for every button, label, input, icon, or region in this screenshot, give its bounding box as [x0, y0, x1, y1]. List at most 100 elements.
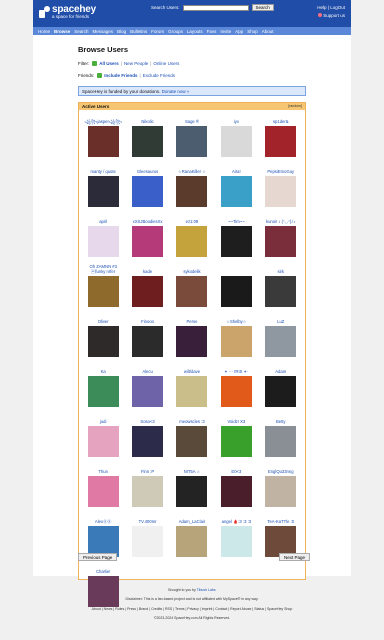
user-card[interactable]: ☆RanaKiller ☆ [170, 163, 214, 213]
filter-new-people[interactable]: New People [124, 61, 148, 66]
user-name-link[interactable]: sirk [260, 263, 302, 275]
user-name-link[interactable]: april [82, 213, 124, 225]
user-card[interactable]: Alecu [125, 363, 169, 413]
user-card[interactable]: TV.400mr [125, 513, 169, 563]
user-profile-picture[interactable] [220, 426, 252, 457]
user-card[interactable]: sirk [259, 263, 303, 313]
nav-browse[interactable]: Browse [54, 29, 70, 34]
filter-all-users[interactable]: All Users [99, 61, 119, 66]
user-name-link[interactable]: meowscles :3 [171, 413, 213, 425]
user-profile-picture[interactable] [220, 176, 252, 207]
user-name-link[interactable]: Adam_LaClair [171, 513, 213, 525]
user-card[interactable]: Adam_LaClair [170, 513, 214, 563]
user-name-link[interactable]: Perse [171, 313, 213, 325]
user-name-link[interactable]: kade [127, 263, 169, 275]
next-page-button[interactable]: Next Page [279, 553, 311, 561]
user-card[interactable]: Voidz! X3 [214, 413, 258, 463]
user-profile-picture[interactable] [87, 426, 119, 457]
user-name-link[interactable]: ☆RanaKiller ☆ [171, 163, 213, 175]
user-card[interactable]: Thun [81, 463, 125, 513]
user-card[interactable]: Finn :P [125, 463, 169, 513]
user-profile-picture[interactable] [176, 176, 208, 207]
search-button[interactable]: Search [251, 4, 274, 11]
user-profile-picture[interactable] [265, 376, 297, 407]
user-name-link[interactable]: Thun [82, 463, 124, 475]
user-card[interactable]: manty / quote [81, 163, 125, 213]
user-profile-picture[interactable] [265, 326, 297, 357]
user-card[interactable]: kade [125, 263, 169, 313]
user-name-link[interactable]: Adam [260, 363, 302, 375]
user-card[interactable] [214, 263, 258, 313]
user-card[interactable]: ez1:09 [170, 213, 214, 263]
user-card[interactable]: Ka [81, 363, 125, 413]
user-card[interactable]: Finooo [125, 313, 169, 363]
user-profile-picture[interactable] [265, 176, 297, 207]
user-profile-picture[interactable] [176, 326, 208, 357]
user-name-link[interactable]: iyx [215, 113, 257, 125]
user-profile-picture[interactable] [176, 276, 208, 307]
previous-page-button[interactable]: Previous Page [78, 553, 118, 561]
user-card[interactable]: angel 🩸:3 :3 :3 [214, 513, 258, 563]
user-card[interactable]: Nikolic [125, 113, 169, 163]
user-profile-picture[interactable] [220, 326, 252, 357]
user-name-link[interactable] [215, 263, 257, 275]
user-profile-picture[interactable] [87, 126, 119, 157]
nav-shop[interactable]: Shop [247, 29, 258, 34]
user-name-link[interactable]: Nikolic [127, 113, 169, 125]
user-profile-picture[interactable] [87, 376, 119, 407]
user-name-link[interactable]: ✦ ··· IRIS ✦· [215, 363, 257, 375]
user-profile-picture[interactable] [132, 176, 164, 207]
user-card[interactable]: wilt/dave [170, 363, 214, 413]
user-card[interactable]: Oh ZAMNN #3 funky nrfer [81, 263, 125, 313]
user-profile-picture[interactable] [132, 476, 164, 507]
user-card[interactable]: Betty [259, 413, 303, 463]
user-name-link[interactable]: manty / quote [82, 163, 124, 175]
user-card[interactable]: kunoi! ♪ (ᐢ◡ᐢ)ﾉ♪ [259, 213, 303, 263]
user-name-link[interactable]: sp1der& [260, 113, 302, 125]
user-profile-picture[interactable] [265, 476, 297, 507]
nav-bulletins[interactable]: Bulletins [130, 29, 147, 34]
user-name-link[interactable]: Sage ® [171, 113, 213, 125]
user-profile-picture[interactable] [87, 326, 119, 357]
user-card[interactable]: ꧁꧂jasper꧁꧂ [81, 113, 125, 163]
user-profile-picture[interactable] [132, 376, 164, 407]
nav-home[interactable]: Home [38, 29, 50, 34]
user-name-link[interactable]: ez1:09 [171, 213, 213, 225]
user-profile-picture[interactable] [132, 526, 164, 557]
nav-invite[interactable]: Invite [220, 29, 231, 34]
user-name-link[interactable]: sykodelik [171, 263, 213, 275]
user-profile-picture[interactable] [220, 526, 252, 557]
user-card[interactable]: ~~Tim~~ [214, 213, 258, 263]
user-profile-picture[interactable] [176, 476, 208, 507]
user-card[interactable]: Sage ® [170, 113, 214, 163]
nav-blog[interactable]: Blog [117, 29, 126, 34]
user-name-link[interactable]: judi [82, 413, 124, 425]
user-profile-picture[interactable] [220, 226, 252, 257]
user-card[interactable]: meowscles :3 [170, 413, 214, 463]
user-card[interactable]: sykodelik [170, 263, 214, 313]
include-friends-link[interactable]: Include Friends [104, 73, 137, 78]
user-name-link[interactable]: Betty [260, 413, 302, 425]
user-card[interactable]: PepsiEmoGuy [259, 163, 303, 213]
user-name-link[interactable]: Charlie! [82, 563, 124, 575]
user-card[interactable]: EnglQu33nng [259, 463, 303, 513]
user-name-link[interactable]: ~~Tim~~ [215, 213, 257, 225]
nav-app[interactable]: App [235, 29, 243, 34]
user-profile-picture[interactable] [176, 526, 208, 557]
user-profile-picture[interactable] [132, 126, 164, 157]
user-profile-picture[interactable] [176, 376, 208, 407]
user-profile-picture[interactable] [220, 276, 252, 307]
nav-messages[interactable]: Messages [93, 29, 114, 34]
user-name-link[interactable]: Finn :P [127, 463, 169, 475]
site-logo[interactable]: spacehey a space for friends [39, 5, 96, 20]
help-link[interactable]: Help [317, 5, 326, 10]
nav-favs[interactable]: Favs [207, 29, 217, 34]
user-profile-picture[interactable] [176, 226, 208, 257]
user-card[interactable]: NIT5A ☆ [170, 463, 214, 513]
user-card[interactable]: Gleesaurus [125, 163, 169, 213]
user-name-link[interactable]: angel 🩸:3 :3 :3 [215, 513, 257, 525]
user-name-link[interactable]: Oliver [82, 313, 124, 325]
user-card[interactable]: judi [81, 413, 125, 463]
user-profile-picture[interactable] [132, 426, 164, 457]
user-card[interactable]: ☆Shelby☆ [214, 313, 258, 363]
